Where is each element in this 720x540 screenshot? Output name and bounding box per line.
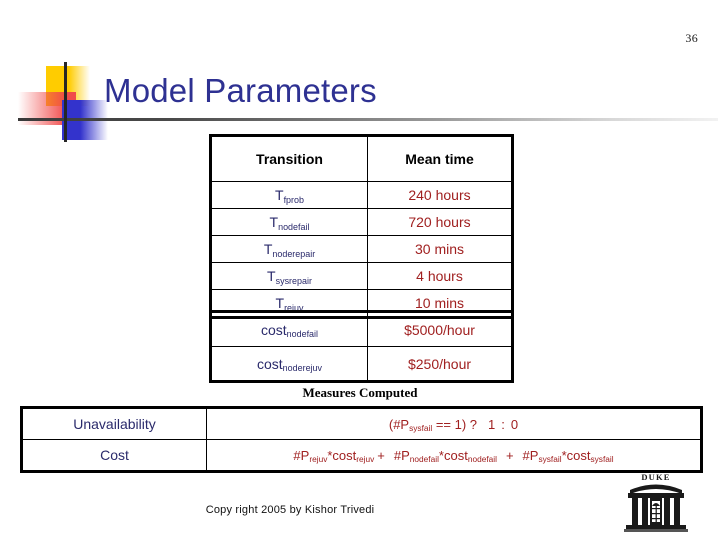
svg-text:DUKE: DUKE xyxy=(641,472,670,482)
table-row: Unavailability (#Psysfail == 1) ? 1:0 xyxy=(21,407,702,440)
copyright-text: Copy right 2005 by Kishor Trivedi xyxy=(205,504,375,516)
logo-vertical-line xyxy=(64,62,67,142)
duke-chapel-icon: DUKE xyxy=(624,472,688,532)
column-header-transition: Transition xyxy=(210,135,368,182)
transition-mean-time: 240 hours xyxy=(367,181,513,209)
page-number: 36 xyxy=(685,31,698,45)
table-row: costnodefail $5000/hour xyxy=(210,311,513,347)
table-header-row: Transition Mean time xyxy=(210,135,513,182)
table-row: Tnoderepair 30 mins xyxy=(210,235,513,263)
page-title: Model Parameters xyxy=(104,72,377,109)
measures-computed-table: Unavailability (#Psysfail == 1) ? 1:0 Cos… xyxy=(20,406,703,473)
measure-formula-cost: #Prejuv*costrejuv + #Pnodefail*costnodefai… xyxy=(206,439,702,472)
table-row: Cost #Prejuv*costrejuv + #Pnodefail*costno… xyxy=(21,439,702,472)
transition-subscript: fprob xyxy=(283,194,304,205)
table-row: Tsysrepair 4 hours xyxy=(210,262,513,290)
title-divider-rule xyxy=(18,118,718,121)
cost-name: costnoderejuv xyxy=(210,346,368,382)
measures-computed-heading: Measures Computed xyxy=(302,385,418,400)
cost-name: costnodefail xyxy=(210,311,368,347)
transition-subscript: sysrepair xyxy=(275,275,312,286)
cost-subscript: noderejuv xyxy=(282,363,322,374)
cost-value: $250/hour xyxy=(367,346,513,382)
cost-value: $5000/hour xyxy=(367,311,513,347)
transition-name: Tnoderepair xyxy=(210,235,368,263)
cost-parameters-table: costnodefail $5000/hour costnoderejuv $2… xyxy=(209,310,514,383)
measure-label-unavailability: Unavailability xyxy=(21,407,207,440)
transition-name: Tsysrepair xyxy=(210,262,368,290)
transition-mean-time: 4 hours xyxy=(367,262,513,290)
model-parameters-table: Transition Mean time Tfprob 240 hours Tn… xyxy=(209,134,514,319)
table-row: Tnodefail 720 hours xyxy=(210,208,513,236)
measure-label-cost: Cost xyxy=(21,439,207,472)
transition-name: Tnodefail xyxy=(210,208,368,236)
column-header-mean-time: Mean time xyxy=(367,135,513,182)
duke-university-logo: DUKE xyxy=(622,472,690,534)
table-row: Tfprob 240 hours xyxy=(210,181,513,209)
transition-subscript: noderepair xyxy=(272,248,316,259)
table-row: costnoderejuv $250/hour xyxy=(210,346,513,382)
transition-name: Tfprob xyxy=(210,181,368,209)
transition-mean-time: 30 mins xyxy=(367,235,513,263)
decorative-logo-mark xyxy=(18,62,718,142)
transition-mean-time: 720 hours xyxy=(367,208,513,236)
transition-subscript: nodefail xyxy=(278,221,310,232)
measure-formula-unavailability: (#Psysfail == 1) ? 1:0 xyxy=(206,407,702,440)
cost-subscript: nodefail xyxy=(286,329,319,340)
